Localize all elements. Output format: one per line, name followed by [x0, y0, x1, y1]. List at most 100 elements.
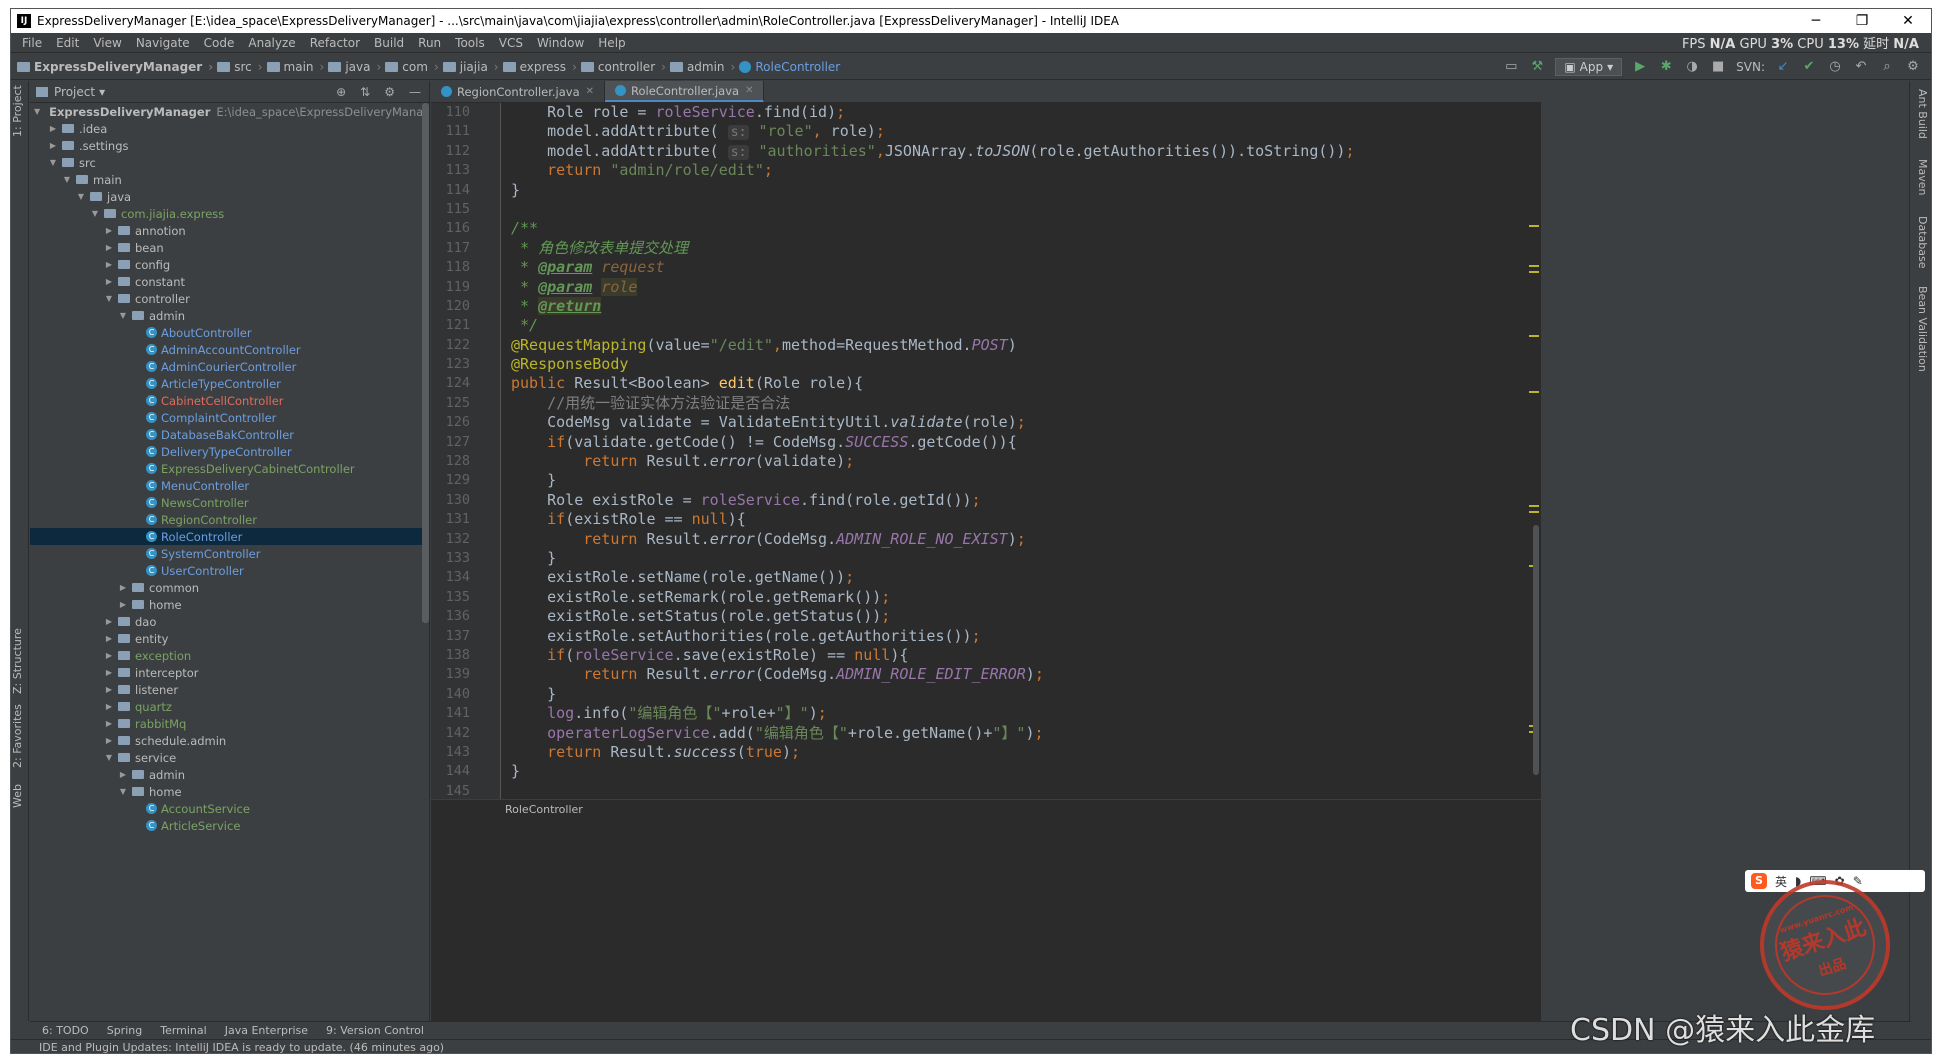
tree-class-item[interactable]: C ExpressDeliveryCabinetController	[30, 460, 422, 477]
tree-folder-item[interactable]: ▶ admin	[30, 766, 422, 783]
tree-folder-item[interactable]: ▶ entity	[30, 630, 422, 647]
menu-help[interactable]: Help	[591, 36, 632, 50]
chevron-down-icon[interactable]: ▼	[118, 311, 128, 320]
chevron-right-icon[interactable]: ▶	[104, 226, 114, 235]
chevron-right-icon[interactable]: ▶	[104, 260, 114, 269]
tree-folder-item[interactable]: ▶ interceptor	[30, 664, 422, 681]
breadcrumb-admin[interactable]: admin ›	[669, 60, 735, 74]
menu-file[interactable]: File	[15, 36, 49, 50]
tree-class-item[interactable]: C CabinetCellController	[30, 392, 422, 409]
breadcrumb-com[interactable]: com ›	[385, 60, 439, 74]
tree-class-item[interactable]: C MenuController	[30, 477, 422, 494]
tree-class-item[interactable]: C ArticleService	[30, 817, 422, 834]
search-icon[interactable]: ⌕	[1879, 59, 1895, 75]
revert-icon[interactable]: ↶	[1853, 59, 1869, 75]
settings-icon[interactable]: ⚙	[1905, 59, 1921, 75]
tree-folder-item[interactable]: ▶ home	[30, 596, 422, 613]
build-hammer-icon[interactable]: ⚒	[1529, 59, 1545, 75]
breadcrumb-project[interactable]: ExpressDeliveryManager ›	[17, 60, 213, 74]
chevron-right-icon[interactable]: ▶	[118, 600, 128, 609]
menu-analyze[interactable]: Analyze	[241, 36, 302, 50]
chevron-right-icon[interactable]: ▶	[118, 770, 128, 779]
tree-folder-item[interactable]: ▼ admin	[30, 307, 422, 324]
hide-icon[interactable]: —	[409, 85, 421, 99]
project-tool-tab[interactable]: 1: Project	[11, 81, 29, 141]
tree-folder-item[interactable]: ▼ java	[30, 188, 422, 205]
tab-rolecontroller[interactable]: RoleController.java ✕	[605, 81, 765, 102]
gear-icon[interactable]: ⚙	[384, 85, 395, 99]
chevron-right-icon[interactable]: ▶	[104, 719, 114, 728]
tree-folder-item[interactable]: ▶ dao	[30, 613, 422, 630]
breadcrumb-main[interactable]: main ›	[266, 60, 324, 74]
breadcrumb-rolecontroller[interactable]: RoleController	[739, 60, 840, 74]
chevron-right-icon[interactable]: ▶	[104, 736, 114, 745]
tree-folder-item[interactable]: ▶ exception	[30, 647, 422, 664]
minimize-button[interactable]: ─	[1793, 13, 1839, 29]
chevron-down-icon[interactable]: ▾	[99, 85, 105, 99]
tree-folder-item[interactable]: ▼ main	[30, 171, 422, 188]
chevron-right-icon[interactable]: ▶	[48, 141, 58, 150]
menu-build[interactable]: Build	[367, 36, 411, 50]
menu-window[interactable]: Window	[530, 36, 591, 50]
tree-class-item[interactable]: C DatabaseBakController	[30, 426, 422, 443]
tree-folder-item[interactable]: ▶ bean	[30, 239, 422, 256]
tab-regioncontroller[interactable]: RegionController.java ✕	[431, 81, 606, 102]
tree-folder-item[interactable]: ▶ schedule.admin	[30, 732, 422, 749]
tree-folder-item[interactable]: ▶ rabbitMq	[30, 715, 422, 732]
close-icon[interactable]: ✕	[745, 85, 753, 96]
tree-root[interactable]: ▼ ExpressDeliveryManager E:\idea_space\E…	[30, 103, 422, 120]
chevron-down-icon[interactable]: ▼	[118, 787, 128, 796]
breadcrumb-express[interactable]: express ›	[502, 60, 577, 74]
menu-tools[interactable]: Tools	[448, 36, 492, 50]
maximize-button[interactable]: ❐	[1839, 13, 1885, 29]
svn-commit-icon[interactable]: ✔	[1801, 59, 1817, 75]
chevron-right-icon[interactable]: ▶	[48, 124, 58, 133]
tree-folder-item[interactable]: ▼ src	[30, 154, 422, 171]
tree-folder-item[interactable]: ▶ config	[30, 256, 422, 273]
chevron-right-icon[interactable]: ▶	[104, 277, 114, 286]
close-icon[interactable]: ✕	[586, 86, 594, 97]
tree-folder-item[interactable]: ▶ quartz	[30, 698, 422, 715]
terminal-tool-tab[interactable]: Terminal	[160, 1024, 207, 1037]
todo-tool-tab[interactable]: 6: TODO	[42, 1024, 89, 1037]
menu-view[interactable]: View	[86, 36, 128, 50]
menu-navigate[interactable]: Navigate	[129, 36, 197, 50]
tree-folder-item[interactable]: ▼ home	[30, 783, 422, 800]
close-button[interactable]: ✕	[1885, 13, 1931, 29]
chevron-right-icon[interactable]: ▶	[104, 634, 114, 643]
tree-folder-item[interactable]: ▶ listener	[30, 681, 422, 698]
tree-class-item[interactable]: C RegionController	[30, 511, 422, 528]
run-icon[interactable]: ▶	[1632, 59, 1648, 75]
layout-icon[interactable]: ▭	[1503, 59, 1519, 75]
tree-folder-item[interactable]: ▶ .idea	[30, 120, 422, 137]
tree-class-item[interactable]: C ArticleTypeController	[30, 375, 422, 392]
web-tool-tab[interactable]: Web	[11, 776, 29, 816]
java-enterprise-tool-tab[interactable]: Java Enterprise	[225, 1024, 308, 1037]
chevron-right-icon[interactable]: ▶	[104, 702, 114, 711]
chevron-right-icon[interactable]: ▶	[104, 651, 114, 660]
tree-class-item[interactable]: C RoleController	[30, 528, 422, 545]
chevron-right-icon[interactable]: ▶	[104, 243, 114, 252]
tree-folder-item[interactable]: ▶ .settings	[30, 137, 422, 154]
chevron-right-icon[interactable]: ▶	[104, 617, 114, 626]
editor-scrollbar[interactable]	[1533, 525, 1539, 775]
history-icon[interactable]: ◷	[1827, 59, 1843, 75]
version-control-tool-tab[interactable]: 9: Version Control	[326, 1024, 424, 1037]
tree-class-item[interactable]: C SystemController	[30, 545, 422, 562]
tree-folder-item[interactable]: ▼ service	[30, 749, 422, 766]
stop-icon[interactable]: ■	[1710, 59, 1726, 75]
ime-lang-label[interactable]: 英	[1775, 873, 1787, 890]
tree-folder-item[interactable]: ▶ common	[30, 579, 422, 596]
project-view-select[interactable]: Project	[54, 85, 95, 99]
tree-class-item[interactable]: C AccountService	[30, 800, 422, 817]
coverage-icon[interactable]: ◑	[1684, 59, 1700, 75]
tree-class-item[interactable]: C AdminCourierController	[30, 358, 422, 375]
tree-folder-item[interactable]: ▼ com.jiajia.express	[30, 205, 422, 222]
chevron-down-icon[interactable]: ▼	[90, 209, 100, 218]
debug-icon[interactable]: ✱	[1658, 59, 1674, 75]
tree-class-item[interactable]: C AdminAccountController	[30, 341, 422, 358]
chevron-down-icon[interactable]: ▼	[62, 175, 72, 184]
tree-folder-item[interactable]: ▼ controller	[30, 290, 422, 307]
chevron-down-icon[interactable]: ▼	[76, 192, 86, 201]
code-breadcrumb[interactable]: RoleController	[431, 799, 1541, 819]
